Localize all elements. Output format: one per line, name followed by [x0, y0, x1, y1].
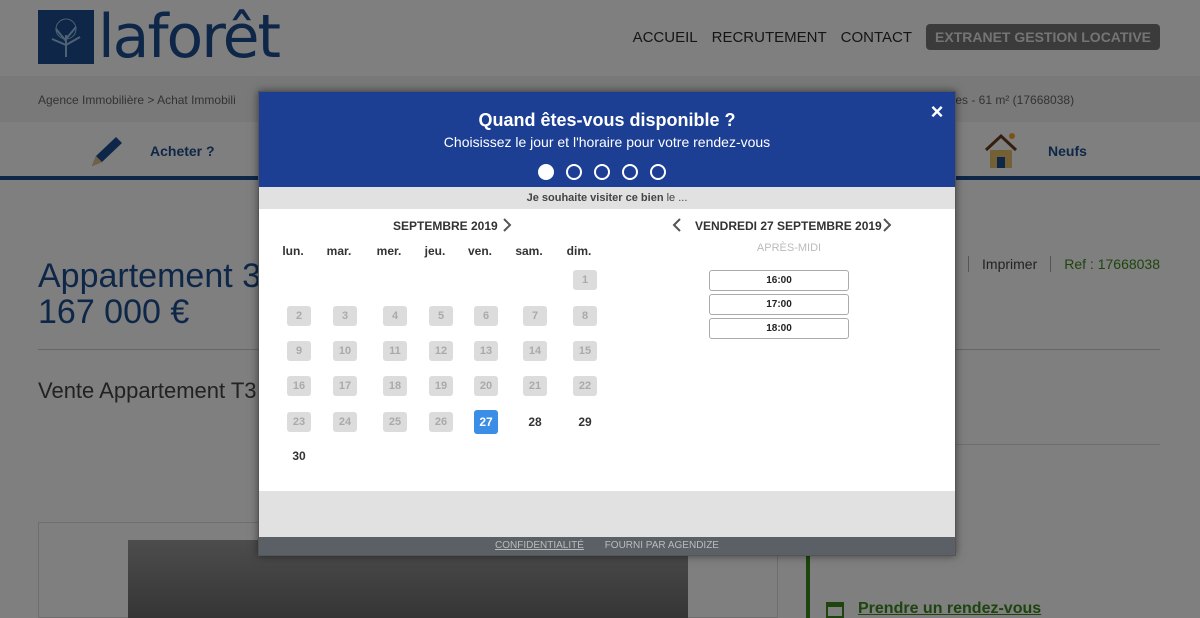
calendar-day: 26	[429, 412, 453, 432]
powered-by: FOURNI PAR AGENDIZE	[604, 540, 719, 551]
weekday-label: lun.	[282, 244, 304, 258]
calendar-day[interactable]: 27	[474, 410, 498, 434]
chevron-left-icon[interactable]	[669, 216, 685, 234]
calendar-day: 6	[474, 306, 498, 326]
calendar-day: 14	[523, 341, 547, 361]
slots-date: VENDREDI 27 SEPTEMBRE 2019	[695, 219, 882, 233]
calendar-day: 16	[287, 376, 311, 396]
calendar-header: SEPTEMBRE 2019	[259, 216, 609, 236]
time-slot-button[interactable]: 17:00	[709, 294, 849, 315]
visit-bar-rest: le ...	[663, 192, 688, 204]
chevron-right-icon[interactable]	[879, 216, 895, 234]
calendar-day: 18	[383, 376, 407, 396]
visit-bar-bold: Je souhaite visiter ce bien	[526, 192, 664, 204]
calendar-day: 20	[474, 376, 498, 396]
step-indicator	[538, 164, 666, 180]
calendar-day: 11	[383, 341, 407, 361]
calendar-day: 5	[429, 306, 453, 326]
calendar-day: 25	[383, 412, 407, 432]
time-slot-button[interactable]: 16:00	[709, 270, 849, 291]
modal-footer: CONFIDENTIALITÉ FOURNI PAR AGENDIZE	[259, 537, 955, 555]
modal-subtitle: Choisissez le jour et l'horaire pour vot…	[443, 134, 771, 150]
weekday-label: ven.	[467, 244, 492, 258]
weekday-label: mar.	[326, 244, 352, 258]
weekday-label: jeu.	[424, 244, 446, 258]
calendar-day: 17	[333, 376, 357, 396]
calendar-day: 15	[573, 341, 597, 361]
calendar-day: 4	[383, 306, 407, 326]
calendar-day: 8	[573, 306, 597, 326]
calendar-day: 13	[474, 341, 498, 361]
time-slot-button[interactable]: 18:00	[709, 318, 849, 339]
appointment-modal: Quand êtes-vous disponible ? Choisissez …	[258, 91, 956, 556]
step-dot-4	[622, 164, 638, 180]
visit-bar: Je souhaite visiter ce bien le ...	[259, 187, 955, 209]
calendar-day[interactable]: 29	[573, 412, 597, 432]
privacy-link[interactable]: CONFIDENTIALITÉ	[495, 540, 584, 551]
calendar-day: 3	[333, 306, 357, 326]
modal-title: Quand êtes-vous disponible ?	[478, 110, 736, 130]
step-dot-3	[594, 164, 610, 180]
slots-header: VENDREDI 27 SEPTEMBRE 2019	[669, 216, 899, 236]
weekday-label: mer.	[376, 244, 402, 258]
calendar-day: 10	[333, 341, 357, 361]
close-icon[interactable]: ×	[927, 101, 947, 123]
modal-header: Quand êtes-vous disponible ? Choisissez …	[259, 92, 955, 187]
weekday-label: dim.	[566, 244, 592, 258]
calendar-day: 12	[429, 341, 453, 361]
step-dot-5	[650, 164, 666, 180]
step-dot-1	[538, 164, 554, 180]
calendar-day: 7	[523, 306, 547, 326]
slots-period: APRÈS-MIDI	[756, 242, 822, 254]
calendar-day: 2	[287, 306, 311, 326]
calendar-day[interactable]: 28	[523, 412, 547, 432]
calendar-day: 1	[573, 270, 597, 290]
calendar-day: 9	[287, 341, 311, 361]
chevron-right-icon[interactable]	[499, 216, 515, 234]
modal-actions-area	[259, 491, 955, 537]
calendar-day: 21	[523, 376, 547, 396]
calendar-month: SEPTEMBRE 2019	[393, 219, 498, 233]
calendar-day: 23	[287, 412, 311, 432]
calendar-day[interactable]: 30	[287, 446, 311, 466]
calendar-day: 22	[573, 376, 597, 396]
step-dot-2	[566, 164, 582, 180]
calendar-day: 24	[333, 412, 357, 432]
calendar-day: 19	[429, 376, 453, 396]
weekday-label: sam.	[515, 244, 543, 258]
